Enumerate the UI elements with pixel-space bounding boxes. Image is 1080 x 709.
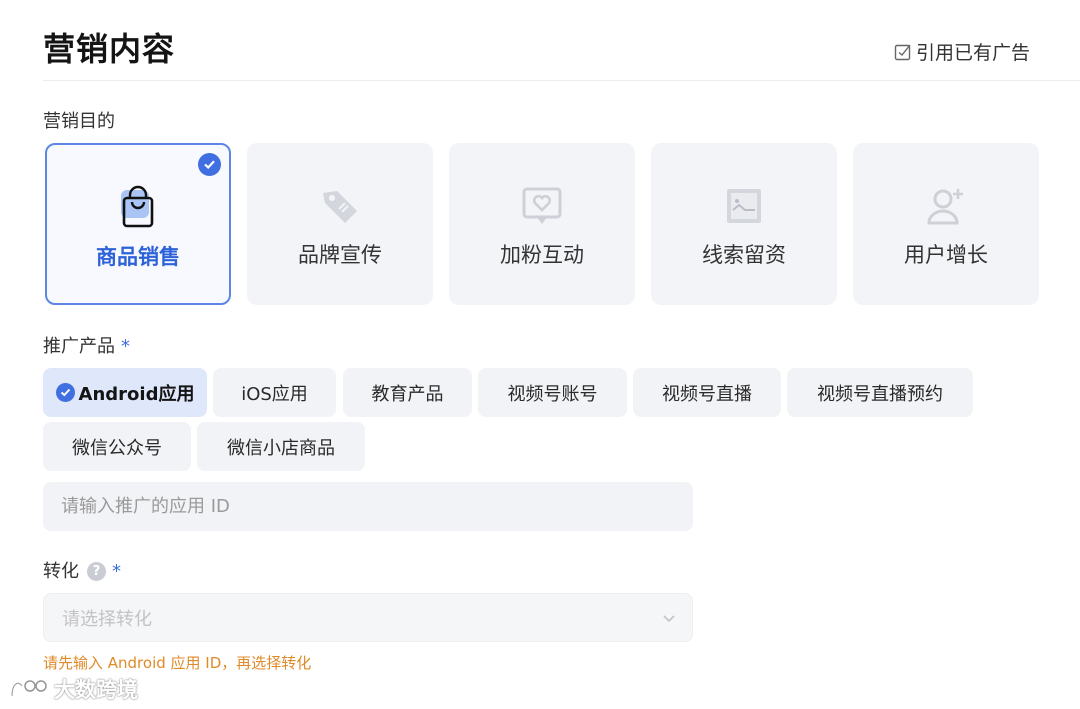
watermark-logo-icon (10, 680, 47, 697)
selected-check-icon (55, 383, 75, 402)
product-label: 推广产品 (43, 336, 115, 357)
tag-icon (323, 191, 357, 223)
conversion-label-row: 转化? * (43, 557, 121, 583)
purpose-label-product-sales: 商品销售 (96, 245, 180, 269)
shopping-bag-icon (121, 185, 154, 228)
product-chip-wechat-shop-product[interactable]: 微信小店商品 (197, 422, 365, 471)
user-add-icon (927, 189, 963, 225)
edit-checkbox-icon (894, 44, 911, 60)
product-chip-label: Android应用 (78, 383, 195, 405)
heart-message-icon (522, 187, 562, 224)
product-chip-channels-live[interactable]: 视频号直播 (633, 368, 781, 417)
form-image-icon (727, 189, 761, 223)
purpose-card-user-growth[interactable]: 用户增长 (853, 143, 1039, 305)
product-chip-ios-app[interactable]: iOS应用 (213, 368, 336, 417)
product-chip-label: 视频号账号 (507, 383, 598, 405)
product-chip-education[interactable]: 教育产品 (343, 368, 472, 417)
help-icon[interactable]: ? (87, 562, 106, 581)
product-chip-label: 微信公众号 (72, 437, 162, 459)
purpose-label: 营销目的 (43, 111, 115, 132)
product-chip-channels-live-reservation[interactable]: 视频号直播预约 (787, 368, 973, 417)
purpose-card-fan-interaction[interactable]: 加粉互动 (449, 143, 635, 305)
product-chip-label: 教育产品 (371, 383, 444, 405)
watermark-text: 大数跨境 (54, 678, 138, 702)
purpose-card-lead-collection[interactable]: 线索留资 (651, 143, 837, 305)
selected-check-icon (198, 153, 221, 176)
purpose-label-brand-promotion: 品牌宣传 (298, 243, 382, 267)
product-chip-label: 视频号直播预约 (817, 383, 943, 405)
conversion-label: 转化 (43, 561, 79, 582)
page-title: 营销内容 (43, 30, 176, 68)
product-chip-label: iOS应用 (241, 383, 308, 405)
product-chip-label: 微信小店商品 (227, 437, 335, 459)
app-id-input[interactable] (43, 482, 693, 531)
conversion-select[interactable]: 请选择转化 (43, 593, 693, 642)
required-mark: * (112, 561, 121, 582)
product-chip-android-app[interactable]: Android应用 (43, 368, 207, 417)
reference-existing-ad-label: 引用已有广告 (915, 42, 1030, 64)
content-header: 营销内容 引用已有广告 (43, 0, 1080, 81)
chevron-down-icon (663, 615, 675, 623)
product-chip-wechat-official-account[interactable]: 微信公众号 (43, 422, 191, 471)
reference-existing-ad-button[interactable]: 引用已有广告 (894, 38, 1030, 65)
purpose-label-lead-collection: 线索留资 (702, 243, 786, 267)
purpose-card-product-sales[interactable]: 商品销售 (45, 143, 231, 305)
purpose-label-user-growth: 用户增长 (904, 243, 988, 267)
product-label-row: 推广产品 * (43, 332, 130, 358)
conversion-hint: 请先输入 Android 应用 ID，再选择转化 (43, 654, 312, 672)
purpose-card-brand-promotion[interactable]: 品牌宣传 (247, 143, 433, 305)
watermark: 大数跨境 (8, 674, 138, 704)
product-chip-label: 视频号直播 (662, 383, 752, 405)
conversion-select-placeholder: 请选择转化 (62, 608, 152, 630)
required-mark: * (121, 336, 130, 357)
product-chip-channels-account[interactable]: 视频号账号 (478, 368, 627, 417)
purpose-label-fan-interaction: 加粉互动 (500, 243, 584, 267)
